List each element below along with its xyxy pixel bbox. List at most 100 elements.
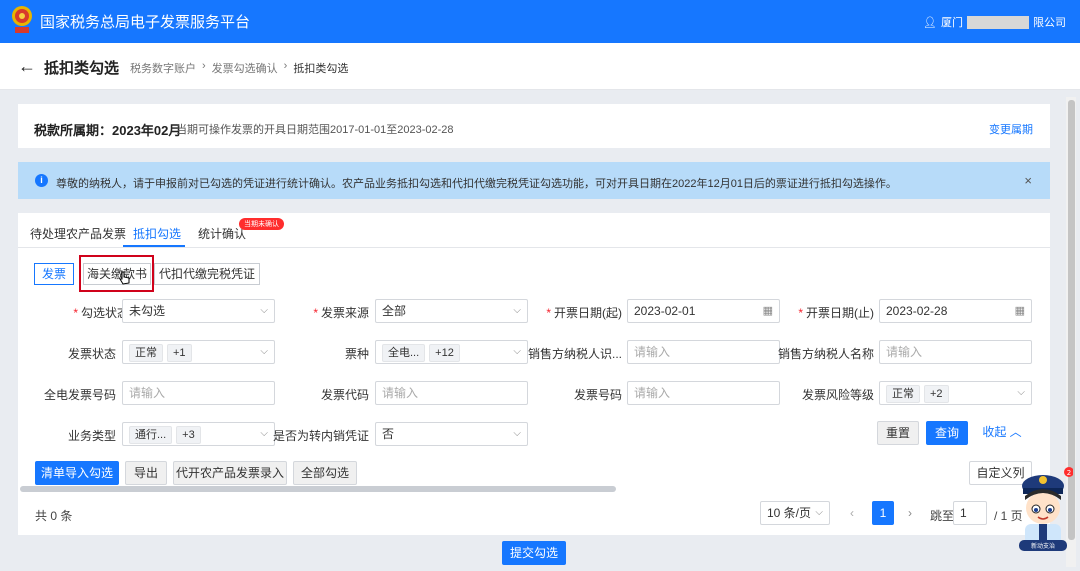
change-period-link[interactable]: 变更属期 bbox=[989, 121, 1033, 137]
page-size-select[interactable]: 10 条/页 ⌵ bbox=[760, 501, 830, 525]
info-icon: i bbox=[35, 174, 48, 187]
chevron-right-icon: › bbox=[283, 60, 288, 72]
check-status-select[interactable]: 未勾选 ⌵ bbox=[122, 299, 275, 323]
chevron-right-icon: › bbox=[202, 60, 206, 72]
chevron-down-icon: ⌵ bbox=[260, 305, 268, 316]
tab-deduction-select[interactable]: 抵扣勾选 bbox=[133, 225, 181, 242]
app-title: 国家税务总局电子发票服务平台 bbox=[40, 14, 251, 31]
business-type-select[interactable]: 通行... +3 ⌵ bbox=[122, 422, 275, 446]
tag: 全电... bbox=[382, 343, 426, 362]
chevron-down-icon: ⌵ bbox=[260, 428, 268, 439]
export-button[interactable]: 导出 bbox=[125, 461, 167, 485]
full-invoice-no-input[interactable]: 请输入 bbox=[122, 381, 275, 405]
prev-page-icon[interactable]: ‹ bbox=[850, 506, 854, 520]
check-status-label: * 勾选状态 bbox=[73, 306, 129, 320]
calendar-icon: ▦ bbox=[762, 305, 773, 317]
date-end-label: * 开票日期(止) bbox=[798, 306, 874, 320]
transfer-out-label: 是否为转内销凭证 bbox=[272, 429, 369, 443]
select-all-button[interactable]: 全部勾选 bbox=[293, 461, 357, 485]
notice-text: 尊敬的纳税人，请于申报前对已勾选的凭证进行统计确认。农产品业务抵扣勾选和代扣代缴… bbox=[56, 178, 897, 190]
transfer-out-select[interactable]: 否 ⌵ bbox=[375, 422, 528, 446]
status-badge: 当期未确认 bbox=[239, 218, 284, 230]
tab-bar: 待处理农产品发票 抵扣勾选 统计确认 当期未确认 bbox=[18, 213, 1050, 248]
chevron-down-icon: ⌵ bbox=[1017, 387, 1025, 398]
invoice-code-input[interactable]: 请输入 bbox=[375, 381, 528, 405]
tag: 正常 bbox=[129, 343, 163, 362]
tag: 通行... bbox=[129, 425, 173, 444]
tab-stat-confirm[interactable]: 统计确认 bbox=[198, 225, 246, 242]
segment-withholding-cert[interactable]: 代扣代缴完税凭证 bbox=[154, 263, 260, 285]
calendar-icon: ▦ bbox=[1014, 305, 1025, 317]
ticket-type-label: 票种 bbox=[344, 347, 369, 361]
full-invoice-no-label: 全电发票号码 bbox=[43, 388, 116, 402]
chevron-down-icon: ⌵ bbox=[815, 507, 823, 518]
invoice-code-label: 发票代码 bbox=[320, 388, 369, 402]
mascot-badge: 2 bbox=[1067, 469, 1071, 477]
tag-more: +3 bbox=[176, 425, 201, 444]
chevron-down-icon: ⌵ bbox=[513, 428, 521, 439]
close-icon[interactable]: × bbox=[1024, 173, 1032, 188]
breadcrumb-item[interactable]: 发票勾选确认 bbox=[212, 60, 278, 76]
top-bar: 国家税务总局电子发票服务平台 👤︎ 厦门 限公司 bbox=[0, 0, 1080, 43]
import-select-button[interactable]: 清单导入勾选 bbox=[35, 461, 119, 485]
active-tab-indicator bbox=[123, 245, 185, 247]
tag-more: +1 bbox=[167, 343, 192, 362]
notice-banner: i 尊敬的纳税人，请于申报前对已勾选的凭证进行统计确认。农产品业务抵扣勾选和代扣… bbox=[18, 162, 1050, 199]
submit-selection-button[interactable]: 提交勾选 bbox=[502, 541, 566, 565]
segment-invoice[interactable]: 发票 bbox=[34, 263, 74, 285]
breadcrumb: 税务数字账户 › 发票勾选确认 › 抵扣类勾选 bbox=[130, 60, 348, 76]
risk-level-select[interactable]: 正常 +2 ⌵ bbox=[879, 381, 1032, 405]
seller-tax-id-label: 销售方纳税人识... bbox=[527, 347, 622, 361]
assistant-mascot-icon[interactable]: 2 新动支治 bbox=[1013, 466, 1073, 554]
invoice-source-select[interactable]: 全部 ⌵ bbox=[375, 299, 528, 323]
tag-more: +2 bbox=[924, 384, 949, 403]
date-start-label: * 开票日期(起) bbox=[546, 306, 622, 320]
page-number-current[interactable]: 1 bbox=[872, 501, 894, 525]
tax-emblem-icon bbox=[12, 6, 32, 33]
chevron-down-icon: ⌵ bbox=[513, 346, 521, 357]
invoice-source-label: * 发票来源 bbox=[313, 306, 369, 320]
jump-label: 跳至 bbox=[930, 509, 955, 523]
tab-agri-pending[interactable]: 待处理农产品发票 bbox=[30, 225, 126, 242]
chevron-down-icon: ⌵ bbox=[513, 305, 521, 316]
tax-period: 税款所属期：2023年02月 bbox=[34, 123, 182, 138]
arrow-left-icon[interactable]: ← bbox=[18, 56, 36, 77]
user-name-suffix: 限公司 bbox=[1033, 17, 1066, 29]
breadcrumb-item[interactable]: 税务数字账户 bbox=[130, 60, 196, 76]
main-panel: 待处理农产品发票 抵扣勾选 统计确认 当期未确认 发票 海关缴款书 代扣代缴完税… bbox=[18, 213, 1050, 535]
user-account[interactable]: 👤︎ 厦门 限公司 bbox=[923, 14, 1066, 30]
total-count: 共 0 条 bbox=[35, 509, 73, 523]
invoice-no-label: 发票号码 bbox=[573, 388, 622, 402]
seller-tax-id-input[interactable]: 请输入 bbox=[627, 340, 780, 364]
chevron-up-icon: ︿ bbox=[1009, 425, 1022, 439]
mouse-pointer-icon bbox=[119, 271, 130, 285]
ticket-type-select[interactable]: 全电... +12 ⌵ bbox=[375, 340, 528, 364]
period-card: 税款所属期：2023年02月 当期可操作发票的开具日期范围2017-01-01至… bbox=[18, 104, 1050, 148]
invoice-no-input[interactable]: 请输入 bbox=[627, 381, 780, 405]
page-jump-input[interactable]: 1 bbox=[953, 501, 987, 525]
page-header: ← 抵扣类勾选 税务数字账户 › 发票勾选确认 › 抵扣类勾选 bbox=[0, 43, 1080, 90]
date-start-picker[interactable]: 2023-02-01 ▦ bbox=[627, 299, 780, 323]
seller-name-label: 销售方纳税人名称 bbox=[777, 347, 874, 361]
user-icon: 👤︎ bbox=[923, 16, 937, 29]
query-button[interactable]: 查询 bbox=[926, 421, 968, 445]
tag: 正常 bbox=[886, 384, 920, 403]
date-end-picker[interactable]: 2023-02-28 ▦ bbox=[879, 299, 1032, 323]
breadcrumb-current: 抵扣类勾选 bbox=[293, 63, 349, 75]
business-type-label: 业务类型 bbox=[67, 429, 116, 443]
collapse-button[interactable]: 收起 ︿ bbox=[980, 421, 1024, 445]
horizontal-scrollbar[interactable] bbox=[20, 486, 616, 492]
agri-invoice-entry-button[interactable]: 代开农产品发票录入 bbox=[173, 461, 287, 485]
seller-name-input[interactable]: 请输入 bbox=[879, 340, 1032, 364]
redacted-block bbox=[967, 15, 1029, 29]
user-name-prefix: 厦门 bbox=[941, 17, 963, 29]
tag-more: +12 bbox=[429, 343, 460, 362]
period-range-text: 当期可操作发票的开具日期范围2017-01-01至2023-02-28 bbox=[176, 124, 454, 136]
next-page-icon[interactable]: › bbox=[908, 506, 912, 520]
invoice-status-label: 发票状态 bbox=[67, 347, 116, 361]
chevron-down-icon: ⌵ bbox=[260, 346, 268, 357]
mascot-label: 新动支治 bbox=[1031, 542, 1055, 550]
invoice-status-select[interactable]: 正常 +1 ⌵ bbox=[122, 340, 275, 364]
reset-button[interactable]: 重置 bbox=[877, 421, 919, 445]
risk-level-label: 发票风险等级 bbox=[801, 388, 874, 402]
